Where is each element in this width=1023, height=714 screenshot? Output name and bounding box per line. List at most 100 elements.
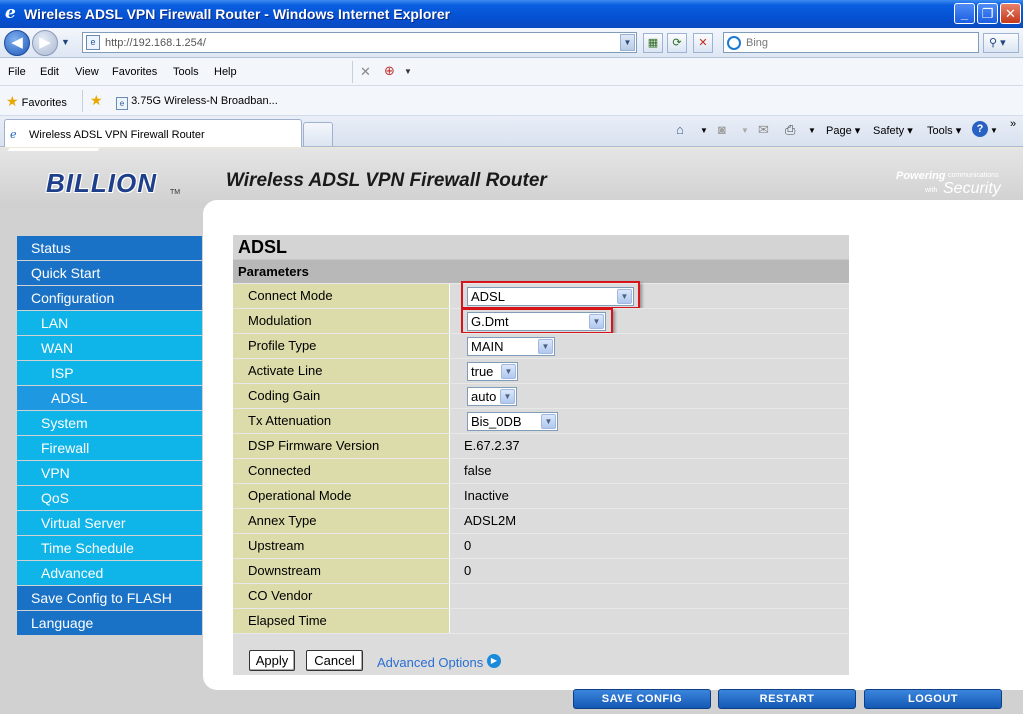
save-config-button[interactable]: SAVE CONFIG	[573, 689, 711, 709]
favorite-link[interactable]: e 3.75G Wireless-N Broadban...	[116, 95, 278, 110]
sidebar-item-quick-start[interactable]: Quick Start	[17, 261, 202, 285]
sidebar-item-system[interactable]: System	[17, 411, 202, 435]
row-connect-mode: Connect Mode ADSL ▼	[233, 281, 849, 309]
new-tab-button[interactable]	[303, 122, 333, 146]
window-title: Wireless ADSL VPN Firewall Router - Wind…	[24, 6, 451, 22]
tx-attenuation-select[interactable]: Bis_0DB ▼	[467, 412, 558, 431]
translate-dropdown-icon[interactable]: ▼	[404, 67, 412, 76]
search-button[interactable]: ⚲ ▾	[983, 33, 1019, 53]
close-button[interactable]: ✕	[1000, 3, 1021, 24]
home-icon[interactable]: ⌂	[676, 122, 684, 137]
menu-favorites[interactable]: Favorites	[112, 66, 157, 78]
menu-file[interactable]: File	[8, 66, 26, 78]
safety-menu-label: Safety	[873, 125, 905, 137]
billion-logo: BILLION	[46, 168, 157, 198]
logo-trademark: TM	[170, 189, 181, 196]
sidebar-item-time-schedule[interactable]: Time Schedule	[17, 536, 202, 560]
activate-line-cell: true ▼	[450, 359, 849, 383]
help-icon[interactable]: ?	[972, 121, 988, 137]
coding-gain-select[interactable]: auto ▼	[467, 387, 517, 406]
mail-icon[interactable]: ✉	[758, 122, 769, 138]
chevron-down-icon: ▼	[501, 364, 516, 379]
stop-icon[interactable]: ✕	[693, 33, 713, 53]
menu-separator	[352, 61, 353, 83]
address-dropdown-icon[interactable]: ▼	[620, 34, 635, 51]
help-dropdown-icon[interactable]: ▼	[990, 126, 998, 135]
menu-view[interactable]: View	[75, 66, 99, 78]
tx-attenuation-cell: Bis_0DB ▼	[450, 409, 849, 433]
translate-icon[interactable]: ⊕	[384, 63, 395, 79]
tools-menu[interactable]: Tools ▾	[927, 124, 961, 137]
sidebar-item-lan[interactable]: LAN	[17, 311, 202, 335]
sidebar-item-virtual-server[interactable]: Virtual Server	[17, 511, 202, 535]
favorite-page-icon: e	[116, 97, 128, 110]
ie-logo-icon: e	[5, 3, 16, 23]
coding-gain-cell: auto ▼	[450, 384, 849, 408]
favorites-button[interactable]: ★ Favorites	[6, 93, 67, 110]
home-dropdown-icon[interactable]: ▼	[700, 126, 708, 135]
close-toolbar-icon[interactable]: ✕	[360, 64, 371, 80]
tools-menu-label: Tools	[927, 125, 953, 137]
sidebar-item-adsl[interactable]: ADSL	[17, 386, 202, 410]
page-menu[interactable]: Page ▾	[826, 124, 860, 137]
upstream-label: Upstream	[233, 534, 449, 558]
overflow-chevron-icon[interactable]: »	[1010, 118, 1016, 130]
connected-label: Connected	[233, 459, 449, 483]
menu-tools[interactable]: Tools	[173, 66, 199, 78]
activate-line-value: true	[471, 364, 494, 379]
favorites-separator	[82, 90, 83, 112]
search-input[interactable]: Bing	[723, 32, 979, 53]
address-toolbar: ◀ ▶ ▼ e http://192.168.1.254/ ▼ ▦ ⟳ ✕ Bi…	[0, 28, 1023, 58]
search-icon: ⚲	[989, 37, 998, 49]
menu-edit[interactable]: Edit	[40, 66, 59, 78]
elapsed-time-label: Elapsed Time	[233, 609, 449, 633]
sidebar-item-isp[interactable]: ISP	[17, 361, 202, 385]
dsp-firmware-value: E.67.2.37	[450, 434, 849, 458]
sidebar-item-language[interactable]: Language	[17, 611, 202, 635]
forward-button[interactable]: ▶	[32, 30, 58, 56]
address-field[interactable]: e http://192.168.1.254/ ▼	[82, 32, 637, 53]
arrow-right-icon[interactable]: ▶	[487, 654, 501, 668]
downstream-label: Downstream	[233, 559, 449, 583]
sidebar-item-firewall[interactable]: Firewall	[17, 436, 202, 460]
activate-line-select[interactable]: true ▼	[467, 362, 518, 381]
profile-type-select[interactable]: MAIN ▼	[467, 337, 555, 356]
sidebar-item-wan[interactable]: WAN	[17, 336, 202, 360]
cancel-button[interactable]: Cancel	[306, 650, 363, 671]
refresh-icon[interactable]: ⟳	[667, 33, 687, 53]
profile-type-label: Profile Type	[233, 334, 449, 358]
highlight-box	[461, 281, 640, 309]
router-page: BILLION TM Wireless ADSL VPN Firewall Ro…	[0, 148, 1023, 714]
sidebar-item-advanced[interactable]: Advanced	[17, 561, 202, 585]
feeds-icon[interactable]: ◙	[718, 122, 726, 137]
advanced-options-link[interactable]: Advanced Options	[377, 655, 483, 670]
maximize-button[interactable]: ❐	[977, 3, 998, 24]
tagline-powering: Powering	[896, 170, 946, 182]
sidebar-item-vpn[interactable]: VPN	[17, 461, 202, 485]
history-dropdown-icon[interactable]: ▼	[61, 37, 70, 47]
sidebar-item-status[interactable]: Status	[17, 236, 202, 260]
tx-attenuation-value: Bis_0DB	[471, 414, 522, 429]
back-button[interactable]: ◀	[4, 30, 30, 56]
safety-menu[interactable]: Safety ▾	[873, 124, 913, 137]
minimize-button[interactable]: _	[954, 3, 975, 24]
add-favorite-button[interactable]: ★	[90, 92, 103, 109]
sidebar-item-save-config[interactable]: Save Config to FLASH	[17, 586, 202, 610]
tagline-with: with	[925, 187, 938, 194]
logout-button[interactable]: LOGOUT	[864, 689, 1002, 709]
tab-router[interactable]: e Wireless ADSL VPN Firewall Router	[4, 119, 302, 147]
row-co-vendor: CO Vendor	[233, 583, 849, 608]
sidebar-item-qos[interactable]: QoS	[17, 486, 202, 510]
restart-button[interactable]: RESTART	[718, 689, 856, 709]
feeds-dropdown-icon[interactable]: ▼	[741, 126, 749, 135]
apply-button[interactable]: Apply	[249, 650, 295, 671]
sidebar-item-configuration[interactable]: Configuration	[17, 286, 202, 310]
menu-bar: File Edit View Favorites Tools Help ✕ ⊕ …	[0, 58, 1023, 86]
compatibility-icon[interactable]: ▦	[643, 33, 663, 53]
print-dropdown-icon[interactable]: ▼	[808, 126, 816, 135]
operational-mode-value: Inactive	[450, 484, 849, 508]
menu-help[interactable]: Help	[214, 66, 237, 78]
modulation-label: Modulation	[233, 309, 449, 333]
co-vendor-value	[450, 584, 849, 608]
print-icon[interactable]: ⎙	[785, 122, 795, 138]
